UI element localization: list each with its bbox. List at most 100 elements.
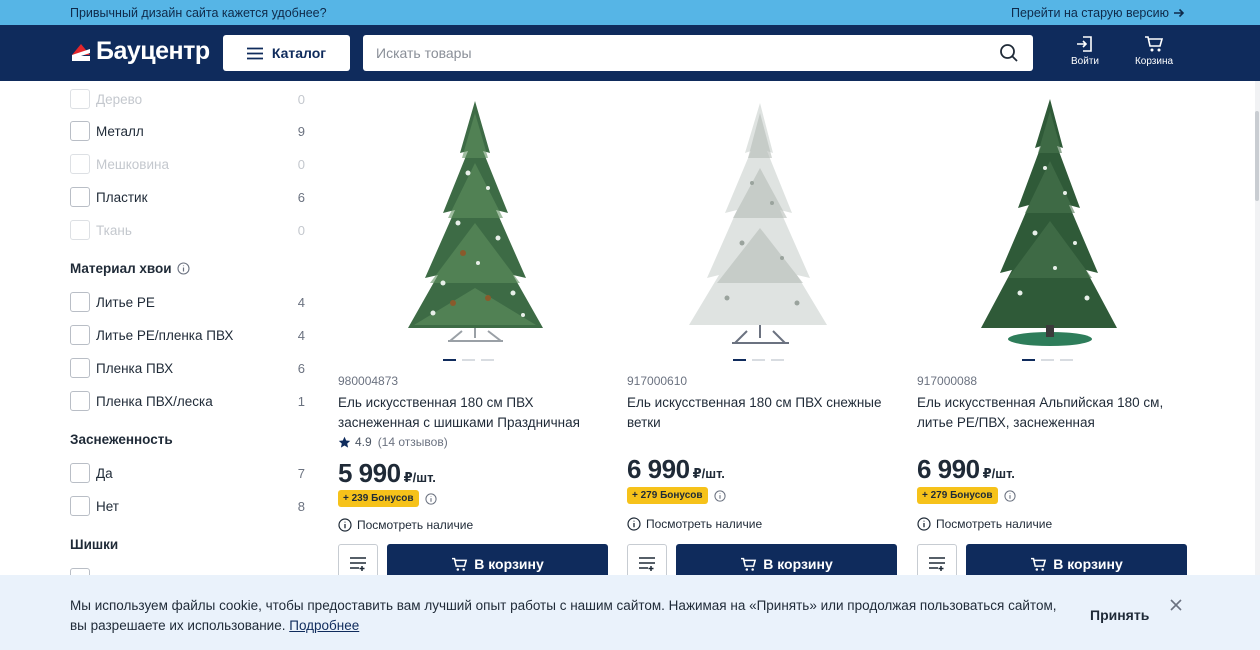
filter-option[interactable]: Дерево 0 bbox=[70, 88, 305, 110]
product-price: 6 990 ₽/шт. bbox=[627, 454, 725, 485]
arrow-right-icon bbox=[1174, 8, 1185, 17]
filter-option[interactable]: Мешковина 0 bbox=[70, 153, 305, 175]
product-name[interactable]: Ель искусственная 180 см ПВХ снежные вет… bbox=[627, 393, 902, 433]
image-carousel-dots[interactable] bbox=[443, 359, 494, 361]
logo-text: Бауцентр bbox=[96, 37, 210, 65]
cart-label: Корзина bbox=[1134, 56, 1174, 67]
product-price: 6 990 ₽/шт. bbox=[917, 454, 1015, 485]
checkbox[interactable] bbox=[70, 496, 90, 516]
price-unit: ₽/шт. bbox=[692, 466, 725, 481]
product-rating[interactable]: 4.9 (14 отзывов) bbox=[338, 435, 448, 449]
filter-option[interactable]: Нет 8 bbox=[70, 495, 305, 517]
check-availability-link[interactable]: Посмотреть наличие bbox=[627, 517, 762, 531]
filter-option[interactable]: Литье РЕ/пленка ПВХ 4 bbox=[70, 324, 305, 346]
filter-option[interactable]: Литье РЕ 4 bbox=[70, 291, 305, 313]
filter-option[interactable]: Да 7 bbox=[70, 462, 305, 484]
cart-icon bbox=[1145, 36, 1164, 52]
accept-cookies-button[interactable]: Принять bbox=[1090, 607, 1149, 623]
filter-option[interactable]: Пленка ПВХ/леска 1 bbox=[70, 390, 305, 412]
search-box bbox=[363, 35, 1033, 71]
old-version-link-label: Перейти на старую версию bbox=[1010, 5, 1169, 20]
menu-icon bbox=[246, 47, 263, 59]
product-image[interactable] bbox=[338, 93, 613, 353]
product-image[interactable] bbox=[627, 93, 902, 353]
cart-icon bbox=[1031, 557, 1047, 571]
info-circle-icon bbox=[338, 518, 352, 532]
checkbox[interactable] bbox=[70, 187, 90, 207]
bonus-info: + 239 Бонусов bbox=[338, 490, 437, 507]
filter-option[interactable]: Пластик 6 bbox=[70, 186, 305, 208]
info-icon[interactable] bbox=[424, 492, 437, 505]
price-unit: ₽/шт. bbox=[403, 470, 436, 485]
compare-list-icon bbox=[639, 557, 655, 571]
info-circle-icon bbox=[917, 517, 931, 531]
checkbox[interactable] bbox=[70, 89, 90, 109]
product-sku: 917000610 bbox=[627, 374, 688, 388]
checkbox[interactable] bbox=[70, 154, 90, 174]
star-icon bbox=[338, 436, 351, 448]
catalog-button[interactable]: Каталог bbox=[223, 35, 350, 71]
product-name[interactable]: Ель искусственная 180 см ПВХ заснеженная… bbox=[338, 393, 613, 433]
filter-option[interactable]: Пленка ПВХ 6 bbox=[70, 357, 305, 379]
price-value: 5 990 bbox=[338, 458, 401, 488]
checkbox[interactable] bbox=[70, 121, 90, 141]
cookie-more-link[interactable]: Подробнее bbox=[289, 618, 359, 633]
checkbox[interactable] bbox=[70, 358, 90, 378]
cookie-banner: Мы используем файлы cookie, чтобы предос… bbox=[0, 575, 1260, 650]
design-question-text: Привычный дизайн сайта кажется удобнее? bbox=[70, 5, 327, 20]
checkbox[interactable] bbox=[70, 292, 90, 312]
cart-icon bbox=[452, 557, 468, 571]
info-icon[interactable] bbox=[713, 489, 726, 502]
filter-group-title: Заснеженность bbox=[70, 432, 173, 447]
info-icon[interactable] bbox=[1003, 489, 1016, 502]
bonus-badge: + 279 Бонусов bbox=[917, 487, 998, 504]
scrollbar-thumb[interactable] bbox=[1255, 111, 1259, 201]
filter-option[interactable]: Металл 9 bbox=[70, 120, 305, 142]
catalog-label: Каталог bbox=[271, 45, 327, 61]
cart-icon bbox=[741, 557, 757, 571]
compare-list-icon bbox=[350, 557, 366, 571]
check-availability-link[interactable]: Посмотреть наличие bbox=[338, 518, 473, 532]
filter-group-title: Шишки bbox=[70, 537, 119, 552]
bonus-badge: + 239 Бонусов bbox=[338, 490, 419, 507]
info-circle-icon bbox=[627, 517, 641, 531]
filter-group-title: Материал хвои bbox=[70, 261, 190, 276]
info-icon[interactable] bbox=[177, 262, 190, 275]
bonus-info: + 279 Бонусов bbox=[917, 487, 1016, 504]
top-info-bar: Привычный дизайн сайта кажется удобнее? … bbox=[0, 0, 1260, 25]
image-carousel-dots[interactable] bbox=[1022, 359, 1073, 361]
bonus-info: + 279 Бонусов bbox=[627, 487, 726, 504]
price-value: 6 990 bbox=[627, 454, 690, 484]
page-scrollbar[interactable] bbox=[1255, 81, 1260, 578]
login-button[interactable]: Войти bbox=[1068, 35, 1102, 67]
logo-mark-icon bbox=[72, 43, 90, 61]
site-header: Бауцентр Каталог Войти Корзина bbox=[0, 25, 1260, 81]
check-availability-link[interactable]: Посмотреть наличие bbox=[917, 517, 1052, 531]
checkbox[interactable] bbox=[70, 391, 90, 411]
product-name[interactable]: Ель искусственная Альпийская 180 см, лит… bbox=[917, 393, 1192, 433]
rating-value: 4.9 bbox=[355, 435, 372, 449]
product-price: 5 990 ₽/шт. bbox=[338, 458, 436, 489]
filter-option[interactable]: Ткань 0 bbox=[70, 219, 305, 241]
product-image[interactable] bbox=[917, 93, 1192, 353]
price-value: 6 990 bbox=[917, 454, 980, 484]
search-input[interactable] bbox=[363, 35, 963, 71]
close-icon[interactable] bbox=[1169, 598, 1183, 612]
site-logo[interactable]: Бауцентр bbox=[70, 37, 210, 66]
product-sku: 917000088 bbox=[917, 374, 978, 388]
product-sku: 980004873 bbox=[338, 374, 399, 388]
bonus-badge: + 279 Бонусов bbox=[627, 487, 708, 504]
old-version-link[interactable]: Перейти на старую версию bbox=[1011, 6, 1185, 20]
login-label: Войти bbox=[1071, 56, 1099, 67]
cart-button[interactable]: Корзина bbox=[1130, 35, 1178, 67]
search-icon[interactable] bbox=[999, 43, 1019, 63]
cookie-text: Мы используем файлы cookie, чтобы предос… bbox=[70, 598, 1057, 633]
compare-list-icon bbox=[929, 557, 945, 571]
image-carousel-dots[interactable] bbox=[733, 359, 784, 361]
login-icon bbox=[1077, 36, 1092, 52]
reviews-count: (14 отзывов) bbox=[377, 435, 448, 449]
price-unit: ₽/шт. bbox=[982, 466, 1015, 481]
checkbox[interactable] bbox=[70, 220, 90, 240]
checkbox[interactable] bbox=[70, 325, 90, 345]
checkbox[interactable] bbox=[70, 463, 90, 483]
